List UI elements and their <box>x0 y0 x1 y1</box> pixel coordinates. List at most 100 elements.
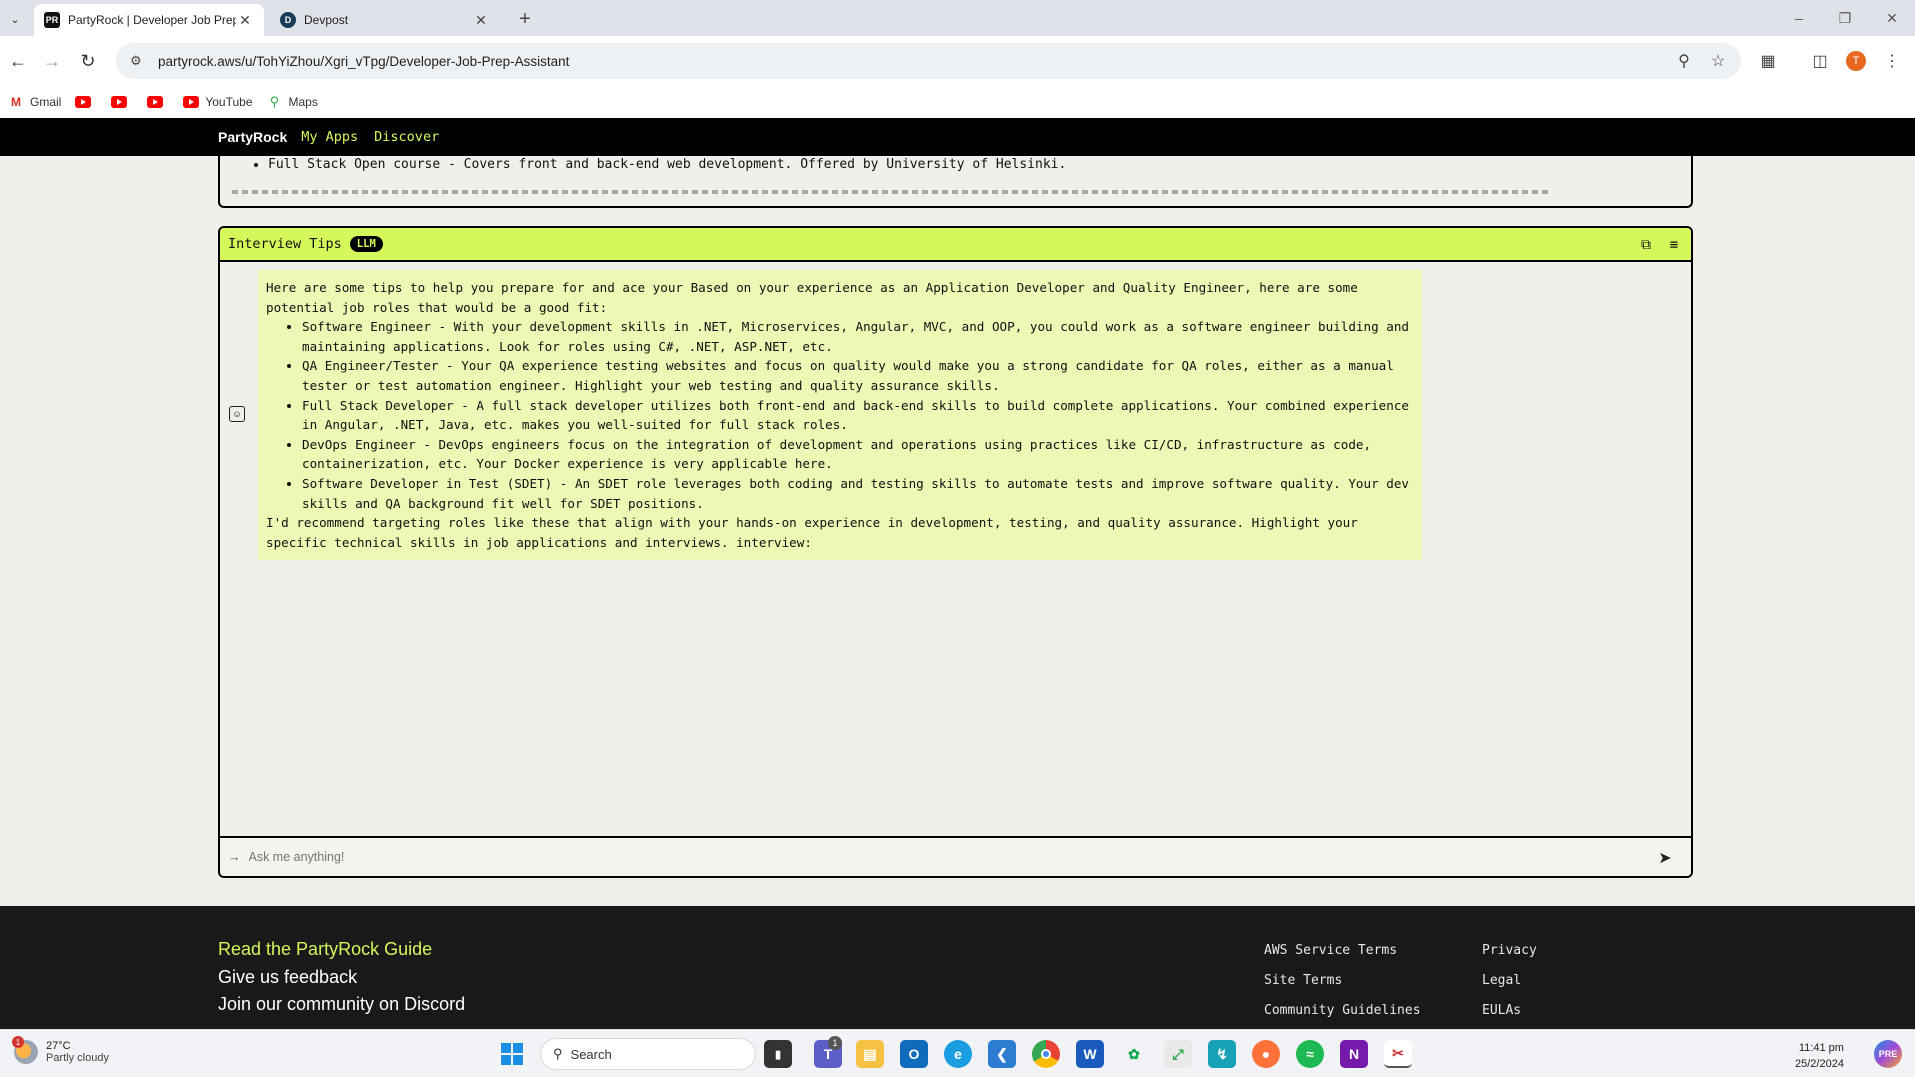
forward-button[interactable]: → <box>40 49 64 73</box>
taskbar-search-label: Search <box>570 1046 612 1062</box>
bookmark-youtube[interactable]: YouTube <box>183 95 253 109</box>
community-guidelines-link[interactable]: Community Guidelines <box>1264 996 1421 1026</box>
minimize-button[interactable]: – <box>1776 0 1822 36</box>
previous-widget-card: Full Stack Open course - Covers front an… <box>218 156 1693 208</box>
bookmark-label: Maps <box>288 95 318 109</box>
teams-badge: 1 <box>828 1036 842 1050</box>
tab-title: Devpost <box>304 13 349 27</box>
weather-temp: 27°C <box>46 1040 71 1052</box>
partyrock-favicon-icon: PR <box>44 12 60 28</box>
response-intro: Here are some tips to help you prepare f… <box>266 280 1358 315</box>
copilot-icon[interactable]: PRE <box>1874 1040 1902 1068</box>
site-settings-icon[interactable]: ⚙ <box>130 53 148 69</box>
discord-link[interactable]: Join our community on Discord <box>218 991 465 1019</box>
address-bar[interactable]: ⚙ partyrock.aws/u/TohYiZhou/Xgri_vTpg/De… <box>116 43 1741 79</box>
arrow-left-icon: ← <box>9 50 27 71</box>
tab-title: PartyRock | Developer Job Prep <box>68 13 236 27</box>
outlook-icon[interactable]: O <box>900 1040 928 1068</box>
youtube-icon <box>111 96 128 108</box>
arrows-app-icon[interactable]: ⤢ <box>1164 1040 1192 1068</box>
list-item: Full Stack Open course - Covers front an… <box>268 157 1066 172</box>
taskbar-search[interactable]: ⚲ Search <box>540 1038 756 1070</box>
bot-avatar-icon: ☺ <box>229 406 245 422</box>
arrow-right-icon: → <box>43 50 61 71</box>
extensions-icon[interactable]: ▦ <box>1756 49 1780 73</box>
footer-legal-col-1: AWS Service Terms Site Terms Community G… <box>1264 936 1421 1026</box>
chat-input-row: → ➤ <box>220 836 1691 876</box>
tab-devpost[interactable]: D Devpost ✕ <box>270 4 500 36</box>
page-footer: Read the PartyRock Guide Give us feedbac… <box>0 906 1915 1029</box>
zoom-icon[interactable]: ⚲ <box>1672 49 1696 73</box>
youtube-icon <box>75 96 92 108</box>
chat-input[interactable] <box>248 850 1629 864</box>
back-button[interactable]: ← <box>6 49 30 73</box>
send-icon: ➤ <box>1658 850 1672 867</box>
profile-avatar[interactable]: T <box>1846 51 1866 71</box>
list-item: Software Developer in Test (SDET) - An S… <box>302 474 1414 513</box>
weather-widget[interactable]: 1 27°C Partly cloudy <box>12 1036 109 1064</box>
system-clock[interactable]: 11:41 pm 25/2/2024 <box>1795 1040 1844 1072</box>
chrome-icon[interactable] <box>1032 1040 1060 1068</box>
windows-start-icon[interactable] <box>498 1040 526 1068</box>
clock-date: 25/2/2024 <box>1795 1058 1844 1070</box>
interview-tips-widget: Interview Tips LLM ⧉ ≡ ☺ Here are some t… <box>218 226 1693 878</box>
file-explorer-icon[interactable]: ▤ <box>856 1040 884 1068</box>
feedback-link[interactable]: Give us feedback <box>218 964 465 992</box>
bookmark-gmail[interactable]: M Gmail <box>8 95 61 109</box>
vscode-icon[interactable]: ❮ <box>988 1040 1016 1068</box>
menu-kebab-icon[interactable]: ⋮ <box>1880 49 1904 73</box>
aws-service-terms-link[interactable]: AWS Service Terms <box>1264 936 1421 966</box>
browser-tabstrip: ⌄ PR PartyRock | Developer Job Prep ✕ D … <box>0 0 1915 36</box>
send-button[interactable]: ➤ <box>1655 848 1675 868</box>
clipped-text-line <box>232 190 1552 194</box>
eulas-link[interactable]: EULAs <box>1482 996 1537 1026</box>
new-tab-button[interactable]: + <box>514 8 536 30</box>
bookmark-star-icon[interactable]: ☆ <box>1706 49 1730 73</box>
close-window-button[interactable]: ✕ <box>1869 0 1915 36</box>
reload-button[interactable]: ↻ <box>76 49 100 73</box>
browser-toolbar: ← → ↻ ⚙ partyrock.aws/u/TohYiZhou/Xgri_v… <box>0 36 1915 86</box>
chevron-down-icon: ⌄ <box>10 13 20 26</box>
widget-title: Interview Tips <box>228 236 342 252</box>
close-tab-icon[interactable]: ✕ <box>472 11 490 29</box>
task-view-icon[interactable]: ▮ <box>764 1040 792 1068</box>
nav-discover[interactable]: Discover <box>374 129 439 145</box>
guide-link[interactable]: Read the PartyRock Guide <box>218 936 465 964</box>
devpost-favicon-icon: D <box>280 12 296 28</box>
mongodb-icon[interactable]: ✿ <box>1120 1040 1148 1068</box>
clock-time: 11:41 pm <box>1798 1042 1844 1054</box>
bookmark-youtube-1[interactable] <box>75 96 97 108</box>
side-panel-icon[interactable]: ◫ <box>1808 49 1832 73</box>
close-tab-icon[interactable]: ✕ <box>236 11 254 29</box>
settings-sliders-icon[interactable]: ≡ <box>1665 236 1683 254</box>
youtube-icon <box>147 96 164 108</box>
firefox-icon[interactable]: ● <box>1252 1040 1280 1068</box>
tab-search-button[interactable]: ⌄ <box>4 8 26 30</box>
weather-alert-badge: 1 <box>12 1036 24 1048</box>
response-outro: I'd recommend targeting roles like these… <box>266 515 1358 550</box>
partyrock-logo[interactable]: PartyRock <box>218 129 287 145</box>
app-navbar: PartyRock My Apps Discover <box>0 118 1915 156</box>
snipping-tool-icon[interactable]: ✂ <box>1384 1040 1412 1068</box>
gmail-icon: M <box>11 95 21 109</box>
copy-icon[interactable]: ⧉ <box>1637 236 1655 254</box>
bookmark-youtube-3[interactable] <box>147 96 169 108</box>
spotify-icon[interactable]: ≈ <box>1296 1040 1324 1068</box>
url-text: partyrock.aws/u/TohYiZhou/Xgri_vTpg/Deve… <box>158 53 570 69</box>
restore-button[interactable]: ❐ <box>1822 0 1868 36</box>
site-terms-link[interactable]: Site Terms <box>1264 966 1421 996</box>
bolt-app-icon[interactable]: ↯ <box>1208 1040 1236 1068</box>
bookmark-youtube-2[interactable] <box>111 96 133 108</box>
os-taskbar: 1 27°C Partly cloudy ⚲ Search ▮ T 1 ▤ O … <box>0 1029 1915 1077</box>
response-list: Software Engineer - With your developmen… <box>302 317 1414 513</box>
privacy-link[interactable]: Privacy <box>1482 936 1537 966</box>
bookmark-maps[interactable]: ⚲ Maps <box>267 94 318 109</box>
footer-links-main: Read the PartyRock Guide Give us feedbac… <box>218 936 465 1019</box>
word-icon[interactable]: W <box>1076 1040 1104 1068</box>
edge-icon[interactable]: e <box>944 1040 972 1068</box>
onenote-icon[interactable]: N <box>1340 1040 1368 1068</box>
llm-response: Here are some tips to help you prepare f… <box>258 270 1422 561</box>
legal-link[interactable]: Legal <box>1482 966 1537 996</box>
nav-my-apps[interactable]: My Apps <box>301 129 358 145</box>
tab-partyrock[interactable]: PR PartyRock | Developer Job Prep ✕ <box>34 4 264 36</box>
